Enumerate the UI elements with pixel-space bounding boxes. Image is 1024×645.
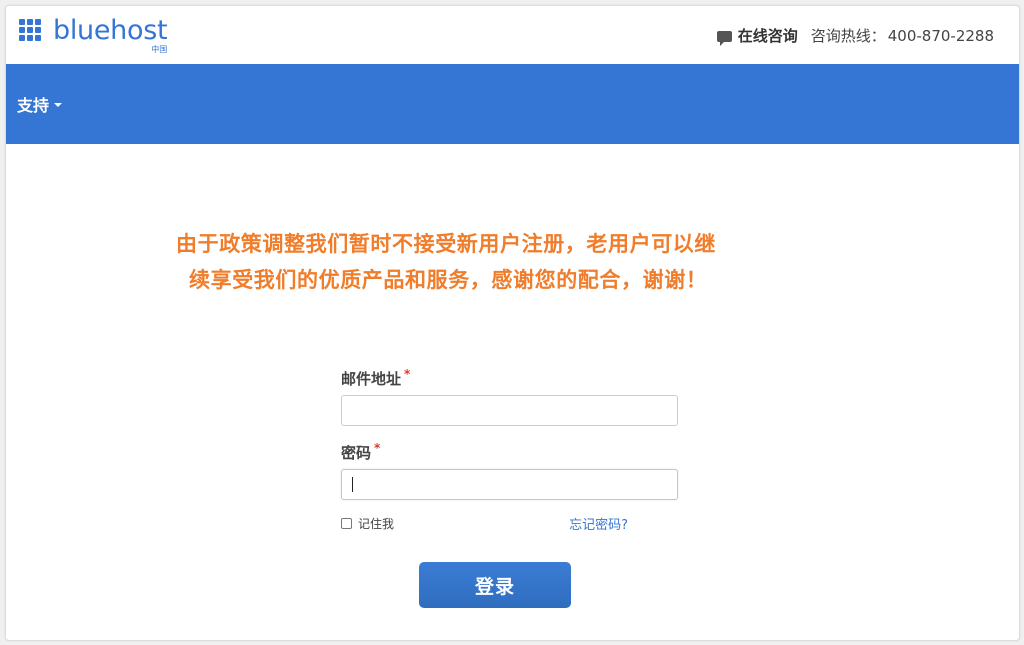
caret-down-icon	[54, 103, 63, 107]
registration-notice: 由于政策调整我们暂时不接受新用户注册，老用户可以继 续享受我们的优质产品和服务，…	[176, 226, 836, 298]
logo-region: 中国	[151, 45, 168, 54]
contact-info: 在线咨询 咨询热线： 400-870-2288	[716, 25, 994, 46]
login-options: 记住我 忘记密码?	[341, 515, 678, 535]
chat-bubble-icon[interactable]	[716, 31, 732, 46]
login-form: 邮件地址 * 密码 * 记住我 忘记密码?	[341, 368, 678, 535]
remember-me-checkbox[interactable]	[341, 518, 352, 529]
online-consult-link[interactable]: 在线咨询	[738, 25, 798, 46]
password-label-text: 密码	[341, 444, 372, 462]
hotline-number: 400-870-2288	[887, 26, 994, 45]
remember-me[interactable]: 记住我	[341, 515, 394, 532]
top-header: bluehost 中国 在线咨询 咨询热线： 400-870-2288	[6, 6, 1019, 64]
required-mark: *	[374, 441, 381, 455]
password-field[interactable]	[341, 469, 678, 500]
logo-grid-icon	[19, 19, 43, 43]
page-frame: bluehost 中国 在线咨询 咨询热线： 400-870-2288 支持 由…	[5, 5, 1020, 641]
nav-support-dropdown[interactable]: 支持	[17, 92, 63, 116]
required-mark: *	[404, 367, 411, 381]
hotline-label: 咨询热线：	[810, 27, 886, 45]
password-label: 密码 *	[341, 442, 678, 464]
email-label-text: 邮件地址	[341, 370, 402, 388]
notice-line-1: 由于政策调整我们暂时不接受新用户注册，老用户可以继	[176, 232, 716, 256]
nav-support-label: 支持	[17, 96, 50, 115]
bluehost-logo[interactable]: bluehost 中国	[19, 15, 168, 55]
login-button[interactable]: 登录	[419, 562, 571, 608]
text-cursor	[352, 477, 353, 492]
notice-line-2: 续享受我们的优质产品和服务，感谢您的配合，谢谢！	[189, 268, 708, 292]
logo-word: bluehost	[53, 15, 168, 46]
email-field[interactable]	[341, 395, 678, 426]
logo-text: bluehost 中国	[53, 15, 168, 55]
forgot-password-link[interactable]: 忘记密码?	[569, 514, 628, 533]
remember-me-label: 记住我	[358, 517, 395, 531]
email-label: 邮件地址 *	[341, 368, 678, 390]
main-nav: 支持	[6, 64, 1019, 144]
